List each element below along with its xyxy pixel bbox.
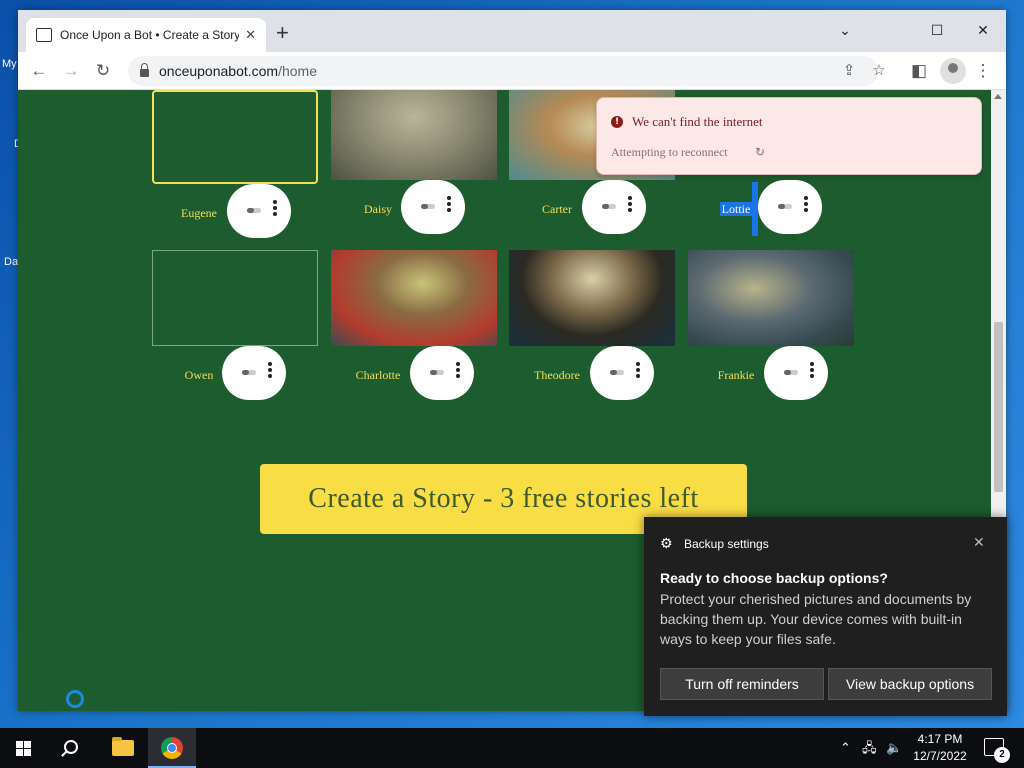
error-icon: ! [611,116,623,128]
search-icon[interactable] [64,740,78,754]
forward-button[interactable]: → [58,58,84,84]
backup-notification: ⚙ Backup settings ✕ Ready to choose back… [644,517,1007,716]
tab-title: Once Upon a Bot • Create a Story [60,28,240,42]
side-panel-icon[interactable]: ◧ [906,58,932,84]
character-controls[interactable] [227,184,291,238]
url-path: /home [278,63,318,79]
scroll-up-arrow-icon[interactable] [994,94,1002,99]
character-image-charlotte[interactable] [331,250,497,346]
reload-button[interactable]: ↻ [90,58,116,84]
tab-close-icon[interactable]: ✕ [245,27,256,43]
toggle-switch[interactable] [778,204,792,209]
toggle-switch[interactable] [602,204,616,209]
close-window-button[interactable]: ✕ [960,16,1006,44]
close-icon[interactable]: ✕ [973,534,985,551]
refresh-icon: ↻ [755,145,766,159]
chevron-down-icon[interactable]: ⌄ [822,16,868,44]
toggle-switch[interactable] [421,204,435,209]
character-name: Theodore [534,368,580,382]
clock-time: 4:17 PM [917,732,963,746]
windows-start-icon[interactable] [16,741,32,757]
offline-title: We can't find the internet [632,114,763,129]
chrome-taskbar-button[interactable] [148,728,196,768]
character-name-text: Lottie [719,202,753,216]
offline-subtitle: Attempting to reconnect [611,145,728,159]
notification-app-name: Backup settings [684,537,769,551]
character-controls[interactable] [582,180,646,234]
more-options-icon[interactable] [810,362,814,380]
url-host: onceuponabot.com [159,63,279,79]
chrome-icon [161,737,183,759]
maximize-button[interactable]: ☐ [914,16,960,44]
notification-body: Protect your cherished pictures and docu… [660,591,972,647]
character-controls[interactable] [590,346,654,400]
character-image-theodore[interactable] [509,250,675,346]
browser-toolbar: ← → ↻ onceuponabot.com/home ⇪ ☆ ◧ ⋮ [18,52,1006,90]
more-options-icon[interactable] [268,362,272,380]
more-options-icon[interactable] [447,196,451,214]
toggle-switch[interactable] [784,370,798,375]
desktop-icon-label[interactable]: Da [4,256,18,268]
character-controls[interactable] [764,346,828,400]
url-text[interactable]: onceuponabot.com/home [159,63,317,79]
toggle-switch[interactable] [242,370,256,375]
clock-date: 12/7/2022 [913,749,967,763]
character-controls[interactable] [222,346,286,400]
back-button[interactable]: ← [26,58,52,84]
offline-toast: ! We can't find the internet Attempting … [596,97,982,175]
more-options-icon[interactable] [273,200,277,218]
character-image-daisy[interactable] [331,90,497,180]
more-options-icon[interactable] [636,362,640,380]
bookmark-star-icon[interactable]: ☆ [868,60,890,82]
volume-icon[interactable]: 🔈 [886,728,902,768]
character-image-frankie[interactable] [688,250,854,346]
tab-strip: Once Upon a Bot • Create a Story ✕ + ⌄ ☐… [18,10,1006,52]
toggle-switch[interactable] [430,370,444,375]
file-explorer-icon[interactable] [112,737,134,756]
page-favicon-icon [36,28,52,42]
character-image-owen[interactable] [152,250,318,346]
more-options-icon[interactable] [804,196,808,214]
more-options-icon[interactable] [456,362,460,380]
character-controls[interactable] [758,180,822,234]
chevron-up-icon[interactable]: ⌃ [840,728,851,768]
character-image-eugene[interactable] [152,90,318,184]
address-bar[interactable]: onceuponabot.com/home ⇪ ☆ [128,56,886,86]
profile-avatar[interactable] [940,58,966,84]
loading-spinner-icon [66,690,84,708]
notification-heading: Ready to choose backup options? [660,570,888,586]
lock-icon[interactable] [140,63,149,77]
character-controls[interactable] [401,180,465,234]
clock[interactable]: 4:17 PM 12/7/2022 [905,731,975,765]
turn-off-reminders-button[interactable]: Turn off reminders [660,668,824,700]
new-tab-button[interactable]: + [276,22,289,44]
view-backup-options-button[interactable]: View backup options [828,668,992,700]
browser-tab[interactable]: Once Upon a Bot • Create a Story ✕ [26,18,266,52]
character-controls[interactable] [410,346,474,400]
more-options-icon[interactable] [628,196,632,214]
notification-count-badge: 2 [994,747,1010,763]
taskbar: ⌃ 🖧 🔈 4:17 PM 12/7/2022 2 [0,728,1024,768]
toggle-switch[interactable] [610,370,624,375]
share-icon[interactable]: ⇪ [838,60,860,82]
desktop-icon-label[interactable]: My [2,58,17,70]
gear-icon: ⚙ [660,536,673,552]
toggle-switch[interactable] [247,208,261,213]
menu-kebab-icon[interactable]: ⋮ [970,58,996,84]
scrollbar-thumb[interactable] [994,322,1003,492]
network-icon[interactable]: 🖧 [862,728,877,768]
